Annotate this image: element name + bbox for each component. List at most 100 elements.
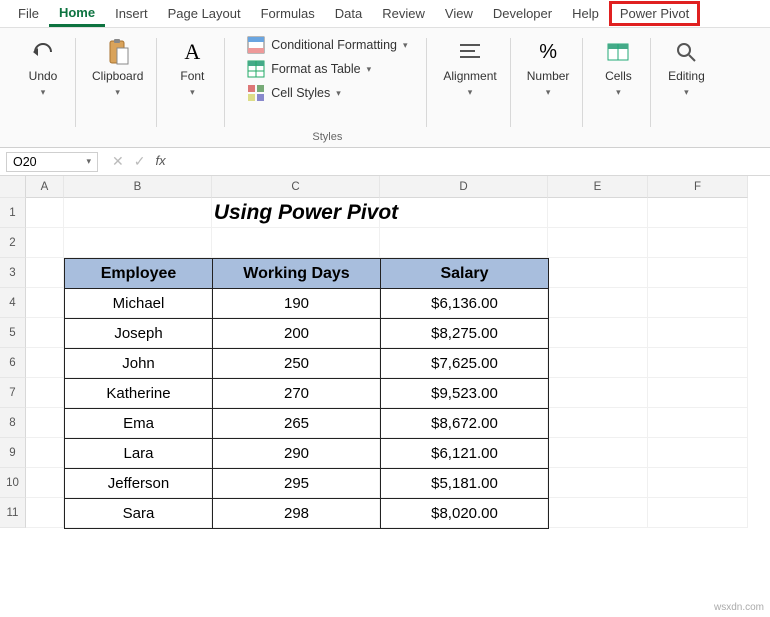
cell[interactable]: John [65,349,213,379]
cells-button[interactable]: Cells ▾ [595,36,641,100]
cell[interactable]: Joseph [65,319,213,349]
select-all-corner[interactable] [0,176,26,198]
worksheet: 1 2 3 4 5 6 7 8 9 10 11 A B C D E F [0,176,770,528]
conditional-formatting-button[interactable]: Conditional Formatting ▾ [247,36,407,54]
table-row: Joseph200$8,275.00 [65,319,549,349]
tab-power-pivot[interactable]: Power Pivot [609,1,700,26]
chevron-down-icon: ▾ [336,88,341,99]
tab-developer[interactable]: Developer [483,2,562,25]
tab-review[interactable]: Review [372,2,435,25]
row-header[interactable]: 6 [0,348,26,378]
tab-insert[interactable]: Insert [105,2,158,25]
cell[interactable]: $9,523.00 [381,379,549,409]
cell[interactable]: Katherine [65,379,213,409]
row-header[interactable]: 1 [0,198,26,228]
col-header[interactable]: F [648,176,748,198]
tab-formulas[interactable]: Formulas [251,2,325,25]
font-button[interactable]: A Font ▾ [169,36,215,100]
col-header[interactable]: B [64,176,212,198]
cell[interactable]: 295 [213,469,381,499]
alignment-button[interactable]: Alignment ▾ [439,36,500,100]
group-cells: Cells ▾ [585,32,651,145]
row-header[interactable]: 8 [0,408,26,438]
row-header[interactable]: 5 [0,318,26,348]
cell[interactable]: $8,020.00 [381,499,549,529]
tab-view[interactable]: View [435,2,483,25]
tab-page-layout[interactable]: Page Layout [158,2,251,25]
row-header[interactable]: 11 [0,498,26,528]
table-row: Sara298$8,020.00 [65,499,549,529]
data-table: Employee Working Days Salary Michael190$… [64,258,549,529]
col-header[interactable]: E [548,176,648,198]
cell[interactable]: Michael [65,289,213,319]
cell[interactable]: 265 [213,409,381,439]
chevron-down-icon: ▾ [41,87,46,98]
tab-data[interactable]: Data [325,2,372,25]
table-row: Ema265$8,672.00 [65,409,549,439]
cells-label: Cells [605,70,632,83]
row-header[interactable]: 9 [0,438,26,468]
table-row: Michael190$6,136.00 [65,289,549,319]
fx-icon[interactable]: fx [155,153,165,170]
alignment-label: Alignment [443,70,496,83]
tab-home[interactable]: Home [49,1,105,27]
cell[interactable]: $6,136.00 [381,289,549,319]
cell[interactable]: $6,121.00 [381,439,549,469]
cell[interactable]: $7,625.00 [381,349,549,379]
cell[interactable]: 270 [213,379,381,409]
number-button[interactable]: % Number ▾ [523,36,574,100]
enter-icon[interactable]: ✓ [134,153,146,170]
cell[interactable]: $8,275.00 [381,319,549,349]
percent-icon: % [534,38,562,66]
formula-input[interactable] [174,151,770,172]
cell[interactable]: $5,181.00 [381,469,549,499]
tab-help[interactable]: Help [562,2,609,25]
chevron-down-icon: ▾ [684,87,689,98]
cell[interactable]: 190 [213,289,381,319]
header-working-days[interactable]: Working Days [213,259,381,289]
row-header[interactable]: 10 [0,468,26,498]
format-as-table-button[interactable]: Format as Table ▾ [247,60,371,78]
chevron-down-icon: ▾ [616,87,621,98]
cell[interactable]: 290 [213,439,381,469]
col-header[interactable]: D [380,176,548,198]
table-row: Lara290$6,121.00 [65,439,549,469]
row-header[interactable]: 2 [0,228,26,258]
clipboard-icon [104,38,132,66]
cell[interactable]: 298 [213,499,381,529]
font-icon: A [178,38,206,66]
cell[interactable]: Jefferson [65,469,213,499]
conditional-formatting-label: Conditional Formatting [271,38,397,52]
cell[interactable]: 250 [213,349,381,379]
chevron-down-icon: ▾ [403,40,408,51]
row-header[interactable]: 7 [0,378,26,408]
name-box-value: O20 [13,155,37,169]
row-header[interactable]: 4 [0,288,26,318]
cell[interactable]: 200 [213,319,381,349]
cancel-icon[interactable]: ✕ [112,153,124,170]
grid-body[interactable]: Using Power Pivot Employee Working Days … [26,198,770,528]
col-header[interactable]: C [212,176,380,198]
chevron-down-icon: ▾ [190,87,195,98]
tab-file[interactable]: File [8,2,49,25]
cell[interactable]: $8,672.00 [381,409,549,439]
cell[interactable]: Lara [65,439,213,469]
search-icon [672,38,700,66]
cell[interactable]: Ema [65,409,213,439]
header-salary[interactable]: Salary [381,259,549,289]
group-editing: Editing ▾ [653,32,719,145]
table-row: Katherine270$9,523.00 [65,379,549,409]
font-label: Font [180,70,204,83]
undo-button[interactable]: Undo ▾ [20,36,66,100]
cell[interactable]: Sara [65,499,213,529]
number-label: Number [527,70,570,83]
col-header[interactable]: A [26,176,64,198]
cell-styles-button[interactable]: Cell Styles ▾ [247,84,341,102]
editing-button[interactable]: Editing ▾ [663,36,709,100]
paste-button[interactable]: Clipboard ▾ [88,36,147,100]
name-box[interactable]: O20 ▾ [6,152,98,172]
group-alignment: Alignment ▾ [429,32,510,145]
row-header[interactable]: 3 [0,258,26,288]
column-headers: A B C D E F [26,176,770,198]
header-employee[interactable]: Employee [65,259,213,289]
